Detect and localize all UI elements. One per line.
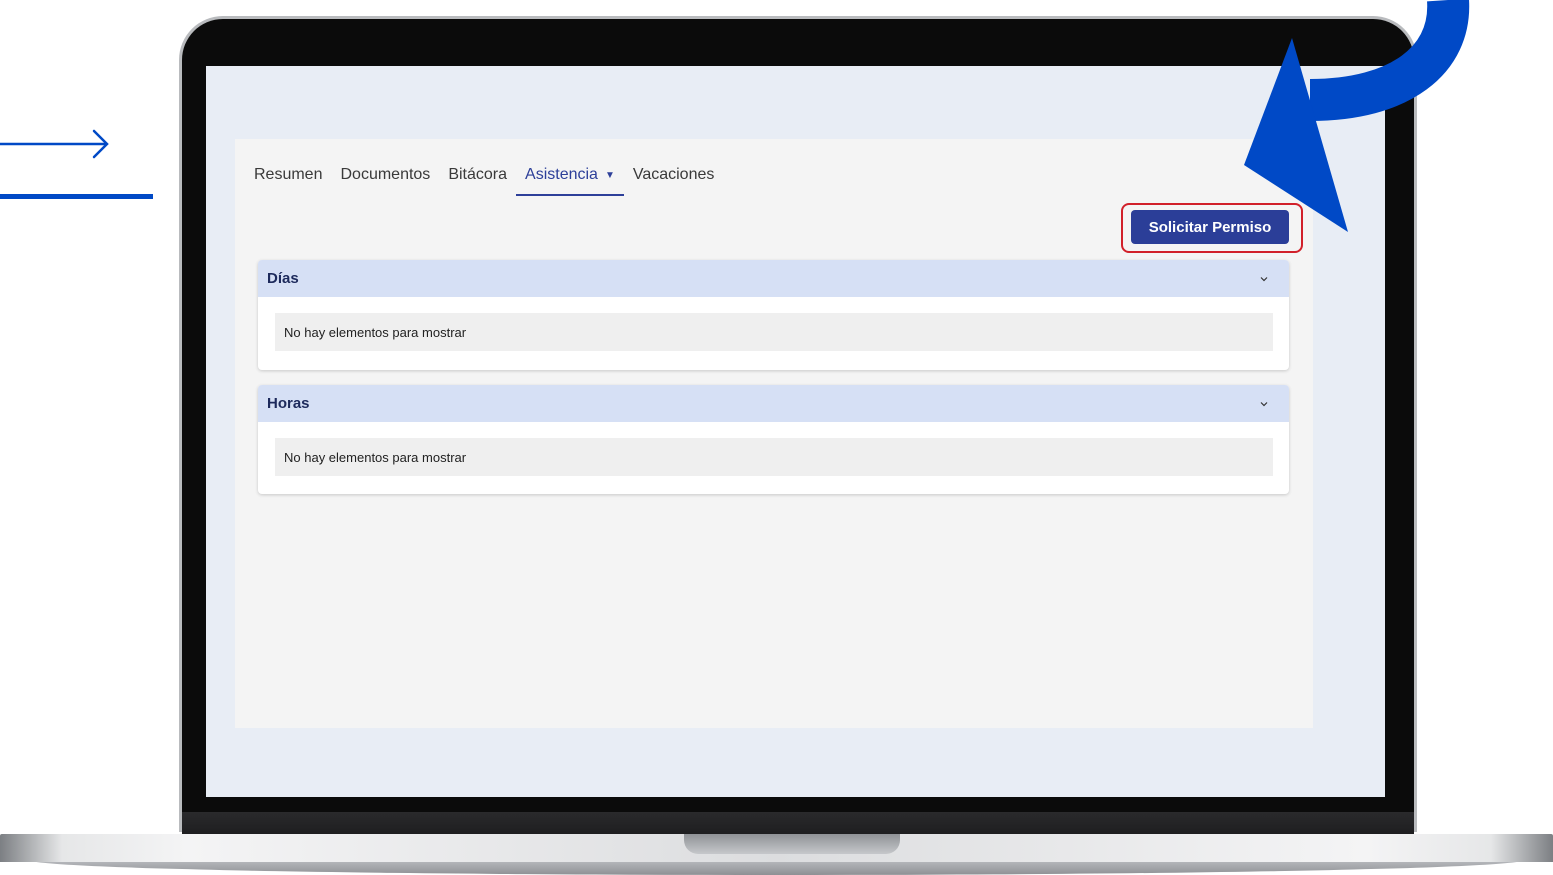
tab-bitacora[interactable]: Bitácora [439,156,516,196]
panel-title: Días [267,270,299,287]
panel-hours-header[interactable]: Horas [258,385,1289,422]
content-card: Resumen Documentos Bitácora Asistencia ▼… [235,139,1313,728]
curved-arrow-icon [1244,0,1470,232]
laptop-notch [684,834,900,854]
arrow-right-icon [0,129,109,159]
tab-vacaciones[interactable]: Vacaciones [624,156,724,196]
panel-hours: Horas No hay elementos para mostrar [258,385,1289,494]
tab-documentos[interactable]: Documentos [331,156,439,196]
stage: Resumen Documentos Bitácora Asistencia ▼… [0,0,1553,875]
caret-down-icon: ▼ [604,169,615,181]
empty-state-message: No hay elementos para mostrar [275,313,1273,351]
tab-label: Documentos [340,166,431,183]
screen: Resumen Documentos Bitácora Asistencia ▼… [206,66,1385,797]
laptop-hinge [182,812,1414,836]
chevron-down-icon[interactable] [1259,274,1269,284]
tab-label: Asistencia [525,166,598,183]
tab-bar: Resumen Documentos Bitácora Asistencia ▼… [245,156,723,196]
empty-state-message: No hay elementos para mostrar [275,438,1273,476]
decorative-line [0,194,153,199]
tab-label: Resumen [254,166,323,183]
tab-resumen[interactable]: Resumen [245,156,331,196]
tab-label: Bitácora [448,166,508,183]
panel-title: Horas [267,395,310,412]
tab-label: Vacaciones [632,166,715,183]
panel-days-header[interactable]: Días [258,260,1289,297]
chevron-down-icon[interactable] [1259,399,1269,409]
panel-days: Días No hay elementos para mostrar [258,260,1289,370]
tab-asistencia[interactable]: Asistencia ▼ [516,156,624,196]
laptop-base-underside [30,860,1523,875]
